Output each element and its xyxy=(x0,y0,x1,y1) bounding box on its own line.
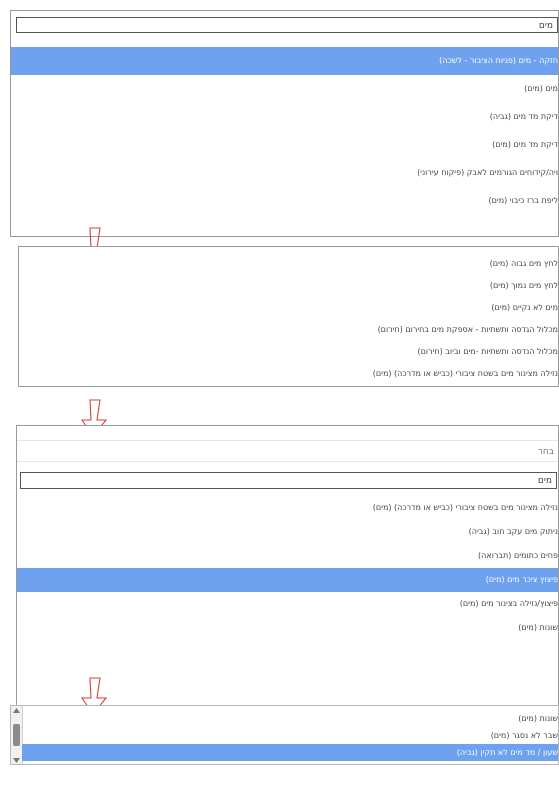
scrollbar-thumb[interactable] xyxy=(13,724,20,746)
list-item[interactable]: פיצוץ/נזילה בצינור מים (מים) xyxy=(17,592,558,616)
list-item[interactable]: דיקת מד מים (גביה) xyxy=(11,103,558,131)
list-item[interactable]: שבר לא נסגר (מים) xyxy=(22,727,558,744)
list-item[interactable]: ליפת ברז כיבוי (מים) xyxy=(11,187,558,215)
list-item[interactable]: מכלול הנדסה ותשתיות -מים וביוב (חירום) xyxy=(19,341,558,363)
list-item[interactable]: נזילה מצינור מים בשטח ציבורי (כביש או מד… xyxy=(17,496,558,520)
search-input[interactable]: מים xyxy=(16,17,558,33)
select-placeholder[interactable]: בחר xyxy=(17,440,558,462)
list-item[interactable]: דיקת מד מים (מים) xyxy=(11,131,558,159)
list-item[interactable]: לחץ מים גבוה (מים) xyxy=(19,253,558,275)
list-item[interactable]: מכלול הגדסה ותשתיות - אספקת מים בחירום (… xyxy=(19,319,558,341)
list-item[interactable]: מים לא נקיים (מים) xyxy=(19,297,558,319)
dropdown-panel-3: בחר מים נזילה מצינור מים בשטח ציבורי (כב… xyxy=(16,425,559,708)
list-item[interactable]: פחים כתומים (תברואה) xyxy=(17,544,558,568)
scroll-up-icon[interactable] xyxy=(13,708,20,713)
list-item[interactable]: שעון / מד מים לא תקין (גביה) xyxy=(22,744,558,761)
search-input[interactable]: מים xyxy=(20,472,557,489)
list-item[interactable]: נזילה מצינור מים בשטח ציבורי (כביש או מד… xyxy=(19,363,558,385)
list-item[interactable]: חזקה - מים (פניות הציבור - לשכה) xyxy=(11,47,558,75)
list-item[interactable]: שונות (מים) xyxy=(22,710,558,727)
list-item[interactable]: שונות (מים) xyxy=(17,616,558,640)
list-item[interactable]: ויה/קידוחים הגורמים לאבק (פיקוח עירוני) xyxy=(11,159,558,187)
dropdown-panel-4: שונות (מים) שבר לא נסגר (מים) שעון / מד מי… xyxy=(10,705,559,765)
scroll-down-icon[interactable] xyxy=(13,758,20,763)
list-item[interactable]: לחץ מים נמוך (מים) xyxy=(19,275,558,297)
list-item[interactable]: ניתוק מים עקב חוב (גביה) xyxy=(17,520,558,544)
list-item[interactable]: פיצוץ ציכר מים (מים) xyxy=(17,568,558,592)
dropdown-panel-2: לחץ מים גבוה (מים) לחץ מים נמוך (מים) מים … xyxy=(18,246,559,387)
dropdown-panel-1: מים חזקה - מים (פניות הציבור - לשכה) מים … xyxy=(10,10,559,237)
list-item[interactable]: מים (מים) xyxy=(11,75,558,103)
